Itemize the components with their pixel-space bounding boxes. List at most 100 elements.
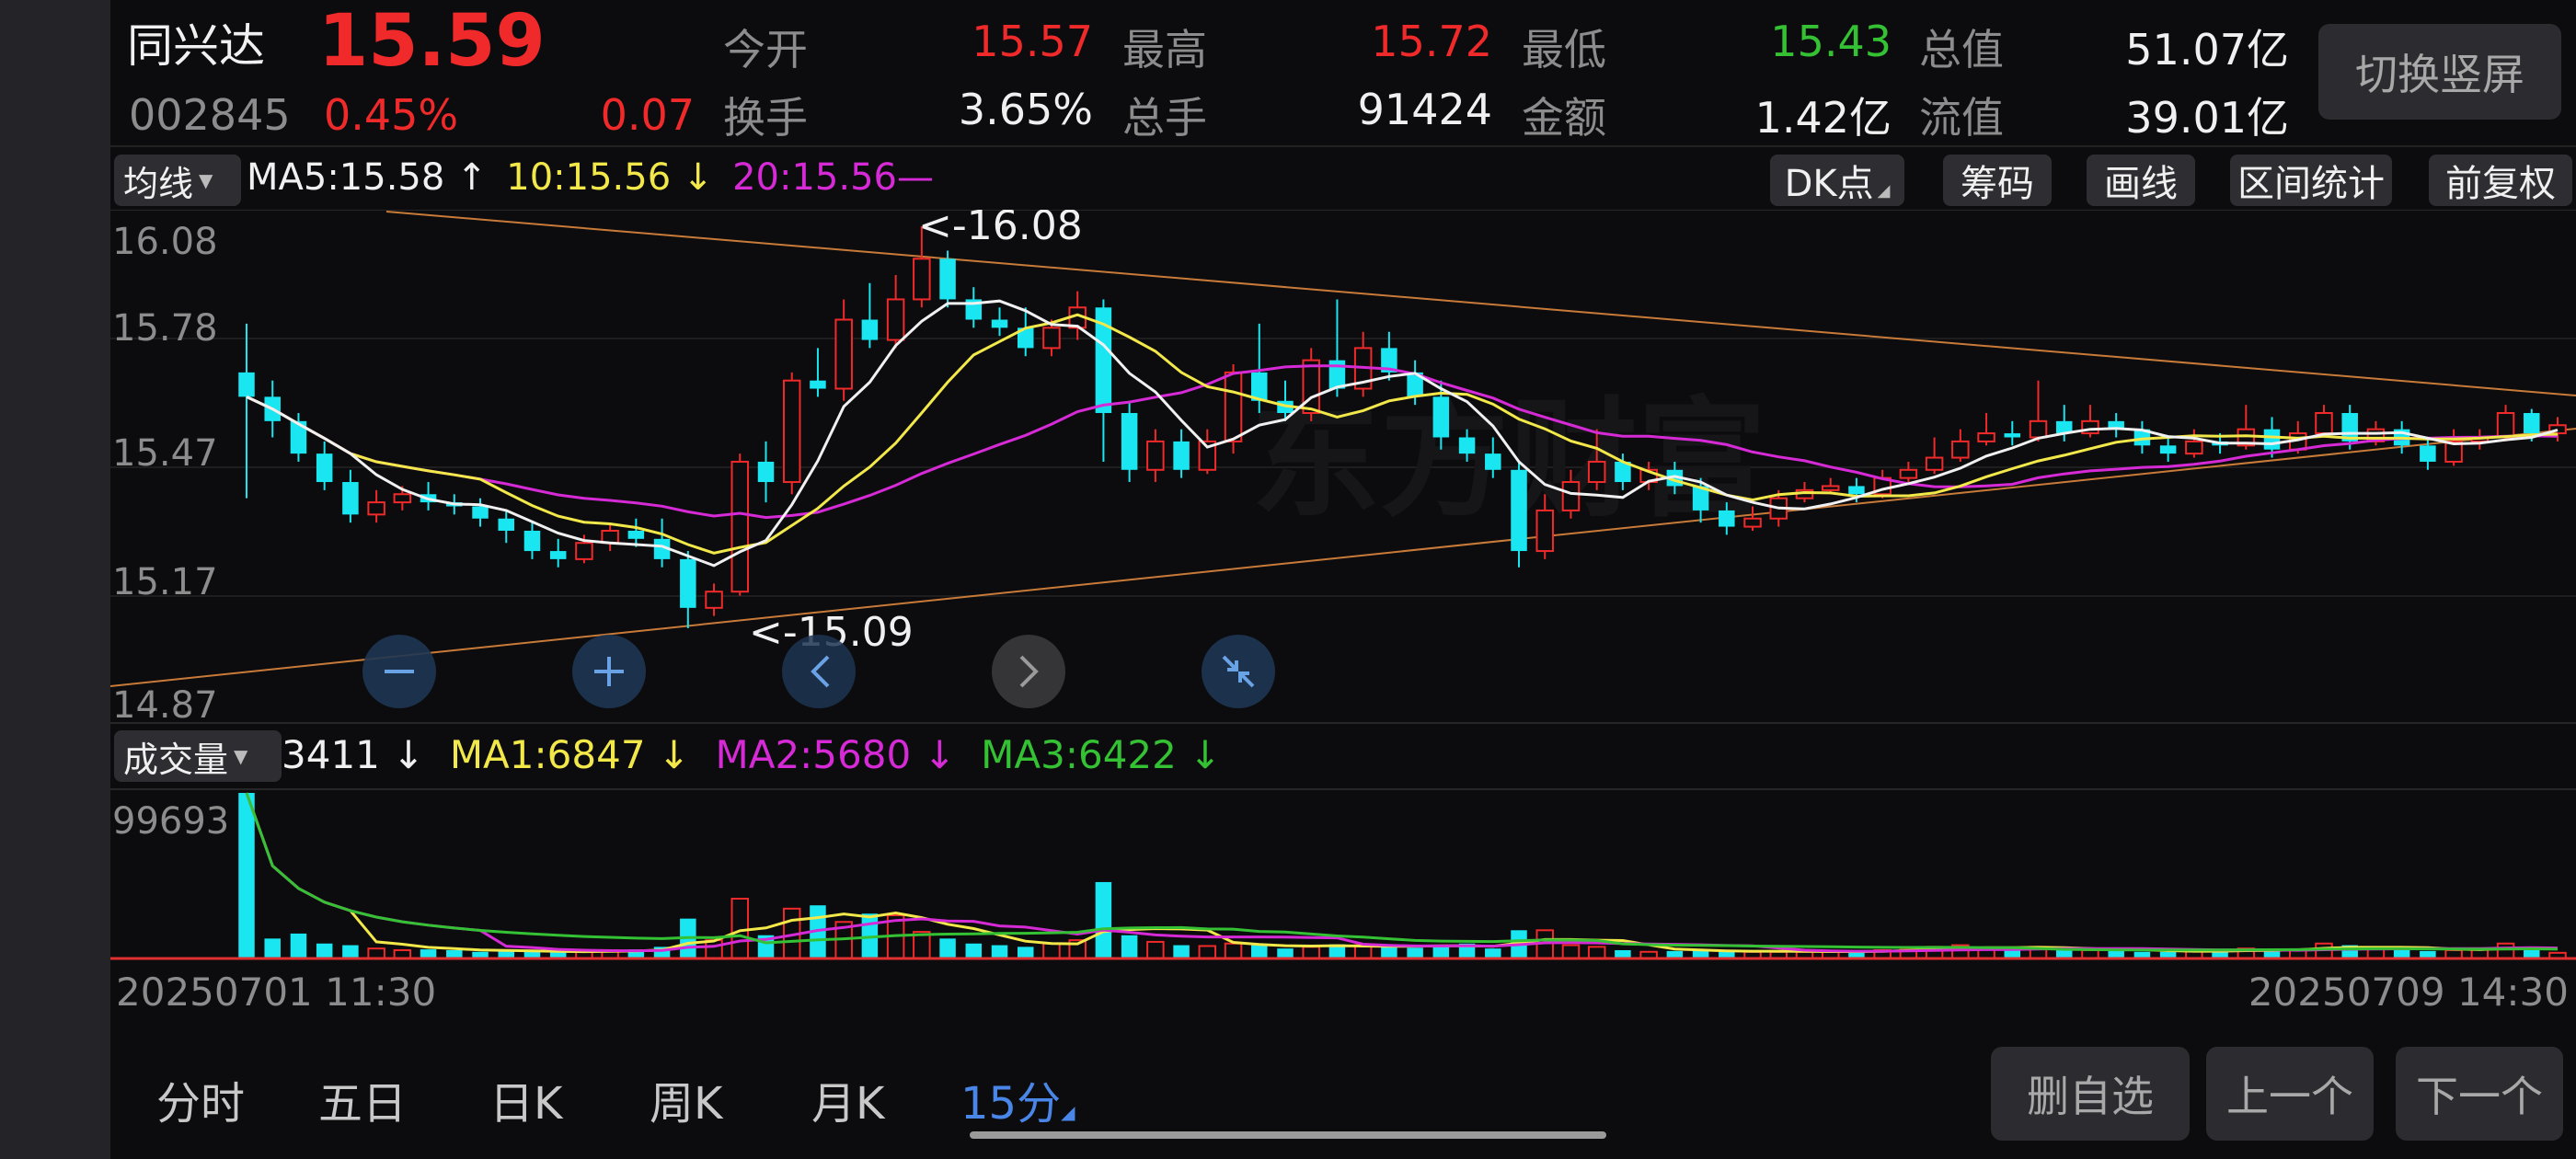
high-price-marker: <-16.08 [918, 210, 1083, 249]
candle-body [1977, 432, 1995, 442]
candle-body [1485, 453, 1501, 470]
volume-bar [1302, 946, 1320, 960]
scroll-left-button[interactable] [782, 635, 856, 708]
stock-name: 同兴达 [127, 19, 265, 73]
candle-body [1535, 509, 1554, 553]
volume-bar [1587, 946, 1606, 960]
candle-body [1042, 327, 1061, 350]
volume-bar [1485, 948, 1501, 958]
high-label: 最高 [1122, 25, 1207, 75]
volume-value: 91424 [1357, 85, 1492, 134]
dropdown-triangle-icon: ▼ [234, 745, 248, 767]
volume-bar [1146, 940, 1165, 959]
previous-stock-button[interactable]: 上一个 [2206, 1047, 2374, 1141]
volume-ma1: MA1:6847 [449, 732, 646, 777]
candle-body [1719, 510, 1735, 527]
stock-price: 15.59 [318, 0, 546, 83]
tab-weekly-k[interactable]: 周K [650, 1067, 722, 1131]
zoom-out-button[interactable] [362, 635, 436, 708]
draw-line-button[interactable]: 画线 [2087, 155, 2195, 206]
volume-bar [238, 793, 255, 958]
zoom-in-button[interactable] [572, 635, 646, 708]
volume-bar [965, 943, 983, 958]
tab-five-day[interactable]: 五日 [318, 1067, 407, 1131]
ma10-arrow: ↓ [682, 156, 714, 199]
candle-body [549, 551, 567, 559]
turnover-label: 换手 [723, 93, 808, 143]
scroll-right-button[interactable] [992, 635, 1065, 708]
candle-body [393, 493, 412, 504]
candle-body [2029, 419, 2048, 439]
range-stats-button[interactable]: 区间统计 [2230, 155, 2392, 206]
ma20-value: 20:15.56— [732, 156, 934, 199]
candle-body [1951, 440, 1970, 459]
tab-daily-k[interactable]: 日K [489, 1067, 562, 1131]
candle-body [1224, 371, 1243, 442]
dk-point-button[interactable]: DK点 ◢ [1770, 155, 1904, 206]
volume-ma2-line [245, 792, 2559, 953]
volume-bar [2496, 942, 2515, 959]
next-stock-button[interactable]: 下一个 [2396, 1047, 2563, 1141]
candle-body [472, 506, 489, 519]
tab-monthly-k[interactable]: 月K [811, 1067, 884, 1131]
dk-point-label: DK点 [1784, 163, 1874, 205]
volume-bar [1407, 947, 1423, 958]
candle-body [627, 530, 645, 539]
corner-triangle-icon: ◢ [1877, 180, 1891, 201]
candle-body [1328, 360, 1346, 389]
tab-15min-label: 15分 [960, 1078, 1062, 1130]
high-value: 15.72 [1371, 17, 1492, 66]
volume-bar [1198, 945, 1217, 959]
price-axis-label-4: 15.17 [112, 561, 218, 603]
float-cap-value: 39.01亿 [2125, 93, 2289, 143]
candle-body [1925, 456, 1944, 471]
candle-body [2185, 440, 2203, 455]
forward-adjust-button[interactable]: 前复权 [2429, 155, 2572, 206]
ma5-value: MA5:15.58 [247, 156, 445, 199]
volume-ma3-arrow: ↓ [1189, 732, 1222, 777]
watermark-logo: 东方财富 [1251, 385, 1766, 535]
price-chart[interactable]: 东方财富 16.08 15.78 15.47 15.17 14.87 <-16.… [110, 210, 2576, 725]
volume-ma3: MA3:6422 [981, 732, 1177, 777]
ma-selector[interactable]: 均线 ▼ [114, 155, 241, 206]
volume-bar [1561, 944, 1581, 959]
volume-bar [1042, 942, 1061, 959]
volume-bars [238, 793, 2567, 960]
ma10-value: 10:15.56 [506, 156, 672, 199]
header-divider [110, 145, 2576, 147]
volume-current: 3411 [282, 732, 380, 777]
candle-body [2420, 445, 2436, 462]
candle-body [523, 530, 541, 552]
chips-button[interactable]: 筹码 [1943, 155, 2052, 206]
candle-body [1121, 413, 1138, 470]
tab-intraday[interactable]: 分时 [156, 1067, 245, 1131]
candle-body [991, 319, 1008, 328]
candle-body [238, 372, 255, 397]
candle-body [1173, 441, 1190, 470]
volume-ma1-line [245, 792, 2559, 954]
volume-ma3-line [245, 792, 2559, 952]
candle-body [2263, 429, 2281, 450]
volume-bar [1095, 881, 1112, 958]
candle-body [575, 542, 593, 560]
volume-bar [1121, 935, 1138, 958]
candle-body [2315, 412, 2333, 435]
candle-body [886, 298, 905, 341]
volume-bar [939, 938, 956, 958]
horizontal-scrollbar[interactable] [970, 1131, 1606, 1139]
tab-15min[interactable]: 15分◢ [960, 1067, 1075, 1131]
volume-indicator-selector[interactable]: 成交量 ▼ [114, 730, 282, 782]
volume-ma2: MA2:5680 [715, 732, 912, 777]
candle-body [2159, 445, 2177, 454]
candle-body [1848, 486, 1865, 495]
reset-zoom-button[interactable] [1202, 635, 1275, 708]
volume-bar [342, 945, 359, 958]
amount-value: 1.42亿 [1754, 93, 1892, 143]
market-cap-value: 51.07亿 [2125, 25, 2289, 75]
remove-watchlist-button[interactable]: 删自选 [1991, 1047, 2190, 1141]
volume-chart[interactable]: 99693 [110, 787, 2576, 962]
candle-body [2004, 433, 2021, 438]
switch-portrait-button[interactable]: 切换竖屏 [2318, 24, 2561, 120]
price-axis-label-2: 15.78 [112, 307, 218, 350]
volume-bar [1173, 945, 1190, 958]
